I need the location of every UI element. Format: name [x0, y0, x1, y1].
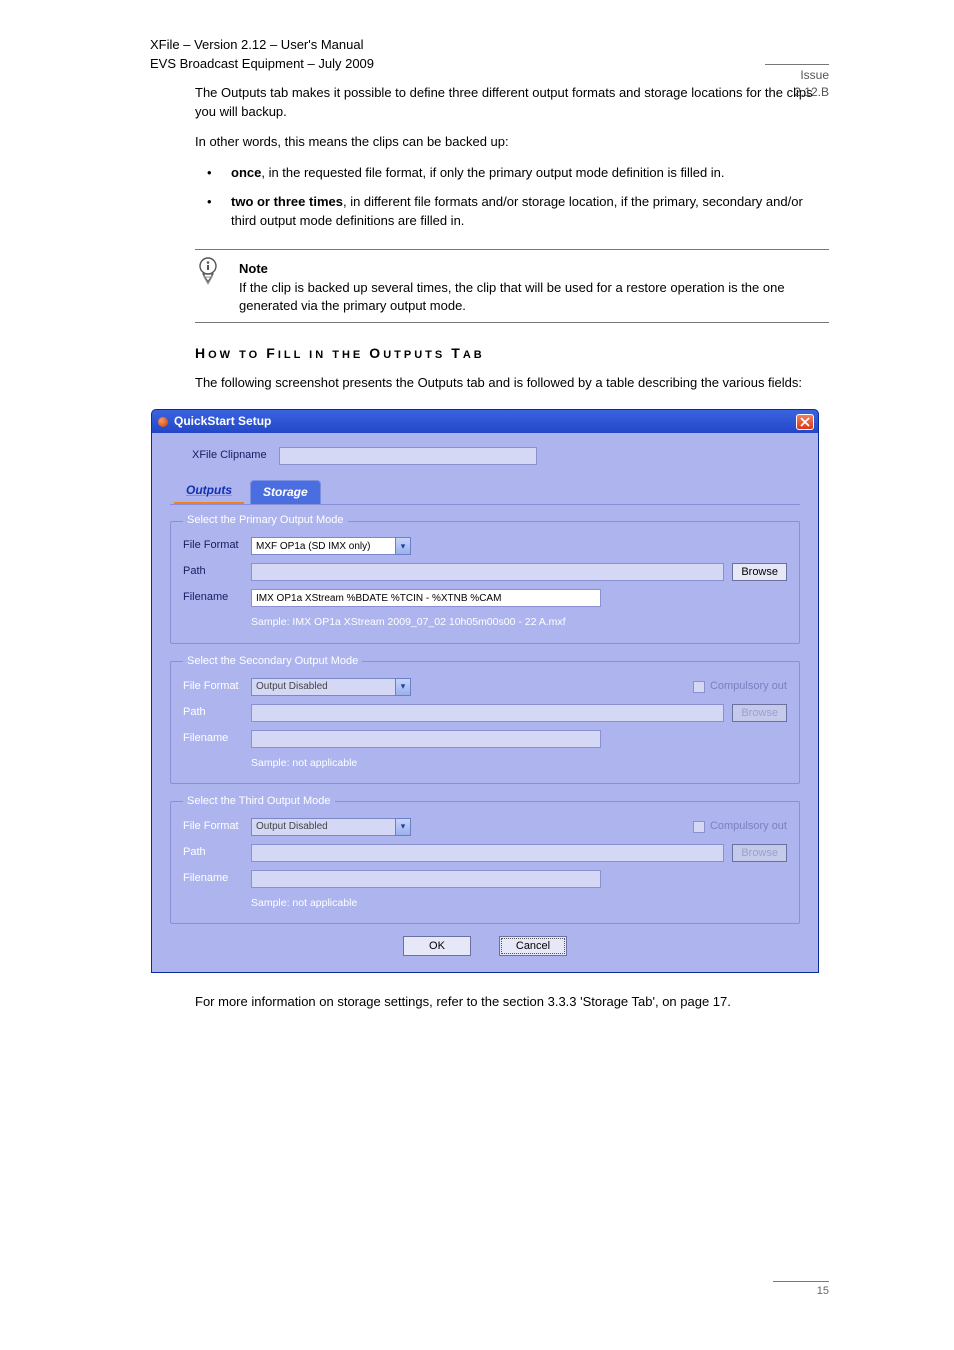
note-block: Note If the clip is backed up several ti…: [195, 249, 829, 324]
dialog-title: QuickStart Setup: [174, 413, 271, 430]
third-format-combo[interactable]: ▾: [251, 818, 411, 836]
primary-group: Select the Primary Output Mode File Form…: [170, 513, 800, 643]
bullet-1: once, in the requested file format, if o…: [195, 164, 829, 183]
app-icon: [158, 417, 168, 427]
intro-para-1: The Outputs tab makes it possible to def…: [195, 84, 829, 122]
third-path-input: [251, 844, 724, 862]
secondary-path-label: Path: [183, 705, 251, 721]
third-path-label: Path: [183, 845, 251, 861]
page-number: 15: [773, 1281, 829, 1300]
quickstart-dialog: QuickStart Setup XFile Clipname Outputs …: [151, 409, 819, 973]
primary-filename-input[interactable]: [251, 589, 601, 607]
primary-path-input[interactable]: [251, 563, 724, 581]
third-filename-label: Filename: [183, 871, 251, 887]
primary-sample: Sample: IMX OP1a XStream 2009_07_02 10h0…: [251, 615, 566, 630]
secondary-browse-button: Browse: [732, 704, 787, 722]
tab-storage[interactable]: Storage: [250, 480, 321, 504]
bullet-2: two or three times, in different file fo…: [195, 193, 829, 231]
after-note-para: The following screenshot presents the Ou…: [195, 374, 829, 393]
third-browse-button: Browse: [732, 844, 787, 862]
chevron-down-icon[interactable]: ▾: [395, 537, 411, 555]
doc-issue: Issue 2.12.B: [765, 64, 829, 102]
primary-filename-label: Filename: [183, 590, 251, 606]
note-icon: [195, 256, 221, 286]
secondary-group: Select the Secondary Output Mode File Fo…: [170, 654, 800, 784]
third-sample: Sample: not applicable: [251, 896, 357, 911]
primary-legend: Select the Primary Output Mode: [183, 513, 348, 529]
chevron-down-icon[interactable]: ▾: [395, 678, 411, 696]
primary-path-label: Path: [183, 564, 251, 580]
xref-para: For more information on storage settings…: [195, 993, 829, 1012]
secondary-legend: Select the Secondary Output Mode: [183, 654, 362, 670]
checkbox-icon[interactable]: [693, 681, 705, 693]
note-text: If the clip is backed up several times, …: [239, 279, 829, 317]
primary-format-combo[interactable]: ▾: [251, 537, 411, 555]
clipname-input[interactable]: [279, 447, 537, 465]
note-label: Note: [239, 261, 268, 276]
secondary-path-input: [251, 704, 724, 722]
checkbox-icon[interactable]: [693, 821, 705, 833]
third-filename-input: [251, 870, 601, 888]
third-legend: Select the Third Output Mode: [183, 794, 335, 810]
third-compulsory[interactable]: Compulsory out: [693, 819, 787, 835]
third-format-label: File Format: [183, 819, 251, 835]
close-icon[interactable]: [796, 414, 814, 430]
secondary-filename-label: Filename: [183, 731, 251, 747]
dialog-titlebar[interactable]: QuickStart Setup: [151, 409, 819, 433]
ok-button[interactable]: OK: [403, 936, 471, 956]
cancel-button[interactable]: Cancel: [499, 936, 567, 956]
secondary-format-combo[interactable]: ▾: [251, 678, 411, 696]
chevron-down-icon[interactable]: ▾: [395, 818, 411, 836]
primary-browse-button[interactable]: Browse: [732, 563, 787, 581]
tab-outputs[interactable]: Outputs: [174, 479, 244, 504]
secondary-filename-input: [251, 730, 601, 748]
doc-product-title: XFile – Version 2.12 – User's Manual: [150, 36, 829, 55]
third-group: Select the Third Output Mode File Format…: [170, 794, 800, 924]
primary-format-label: File Format: [183, 538, 251, 554]
secondary-format-value[interactable]: [251, 678, 395, 696]
doc-company: EVS Broadcast Equipment – July 2009: [150, 55, 829, 74]
third-format-value[interactable]: [251, 818, 395, 836]
section-heading: HOW TO FILL IN THE OUTPUTS TAB: [195, 343, 829, 364]
secondary-compulsory[interactable]: Compulsory out: [693, 679, 787, 695]
secondary-sample: Sample: not applicable: [251, 756, 357, 771]
secondary-format-label: File Format: [183, 679, 251, 695]
intro-para-2: In other words, this means the clips can…: [195, 133, 829, 152]
primary-format-value[interactable]: [251, 537, 395, 555]
clipname-label: XFile Clipname: [192, 448, 267, 464]
